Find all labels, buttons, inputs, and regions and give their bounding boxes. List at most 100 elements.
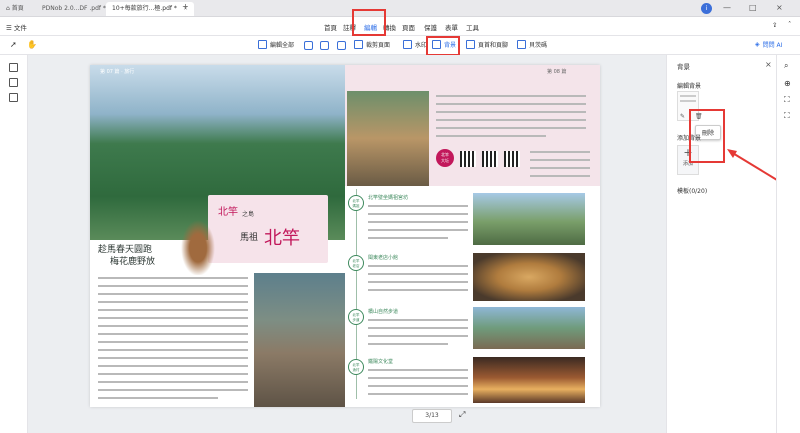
- page-header-right: 第 08 篇: [547, 69, 567, 75]
- right-toolbar: ⌕ ⊕ ⛶ ⛶: [776, 55, 800, 433]
- close-window-button[interactable]: ×: [776, 3, 783, 12]
- item-title: 鐵陽文化堂: [368, 359, 394, 365]
- crop-page-button[interactable]: 裁剪頁面: [354, 40, 390, 49]
- toolbar: ➚ ✋ 編輯全部 裁剪頁面 水印 背景 頁首和頁腳 貝茨碼 ◈ 問問 AI: [0, 36, 800, 55]
- text-line: [98, 349, 248, 351]
- text-line: [368, 393, 468, 395]
- headline-line-2: 梅花鹿野放: [110, 257, 156, 267]
- watermark-button[interactable]: 水印: [403, 40, 427, 49]
- text-line: [98, 373, 248, 375]
- menu-form[interactable]: 表單: [445, 22, 458, 32]
- bookmark-icon[interactable]: [9, 78, 18, 87]
- chevron-up-icon[interactable]: ˄: [788, 20, 791, 28]
- thumb-line: [680, 95, 696, 97]
- thumb-line: [680, 100, 696, 102]
- text-line: [98, 341, 248, 343]
- pdf-page[interactable]: 第 07 篇 · 旅行 北竿 之島 馬祖 北竿 趁馬春天圓跑 梅花鹿野放 第 0…: [90, 65, 600, 407]
- menu-home[interactable]: 首頁: [324, 22, 337, 32]
- tab-document-2[interactable]: 10+每款旅行...極.pdf * ×: [106, 2, 194, 16]
- fullscreen-icon[interactable]: ⛶: [784, 111, 790, 121]
- text-line: [368, 327, 468, 329]
- header-footer-button[interactable]: 頁首和頁腳: [466, 40, 508, 49]
- section-small: 之島: [242, 211, 255, 218]
- thumbnails-icon[interactable]: [9, 63, 18, 72]
- watermark-icon: [403, 40, 412, 49]
- minimize-button[interactable]: —: [723, 3, 731, 12]
- image-tool-icon[interactable]: [320, 41, 329, 50]
- highlight-edit-menu: [352, 9, 386, 36]
- fit-page-icon[interactable]: ⤢: [459, 410, 465, 420]
- item-tag-badge: 北竿 漁村: [348, 359, 364, 375]
- text-line: [98, 397, 218, 399]
- text-line: [368, 369, 468, 371]
- avatar[interactable]: i: [701, 3, 712, 14]
- text-line: [368, 281, 468, 283]
- section-label: 北竿: [218, 207, 238, 218]
- document-canvas[interactable]: 第 07 篇 · 旅行 北竿 之島 馬祖 北竿 趁馬春天圓跑 梅花鹿野放 第 0…: [28, 55, 666, 433]
- share-icon[interactable]: ⇪: [772, 21, 777, 29]
- text-line: [368, 385, 468, 387]
- link-tool-icon[interactable]: [337, 41, 346, 50]
- tab-home[interactable]: ⌂ 首頁: [0, 2, 30, 16]
- item-title: 閩東老店小館: [368, 255, 399, 261]
- text-line: [436, 127, 586, 129]
- tab-label: 首頁: [11, 5, 24, 12]
- bates-icon: [517, 40, 526, 49]
- header-footer-icon: [466, 40, 475, 49]
- qr-code: [460, 151, 476, 167]
- bates-number-button[interactable]: 貝茨碼: [517, 40, 547, 49]
- text-line: [98, 325, 248, 327]
- edit-all-button[interactable]: 編輯全部: [258, 40, 294, 49]
- text-line: [530, 151, 590, 153]
- item-tag-badge: 北竿 媽祖: [348, 195, 364, 211]
- item-title: 北竿璧坐媽祖宮坊: [368, 195, 409, 201]
- tab-label: 10+每款旅行...極.pdf *: [112, 5, 177, 12]
- item-title: 橋山自然步道: [368, 309, 399, 315]
- text-line: [98, 365, 248, 367]
- qr-code: [504, 151, 520, 167]
- select-cursor-icon[interactable]: ➚: [10, 40, 17, 49]
- text-tool-icon[interactable]: [304, 41, 313, 50]
- close-panel-icon[interactable]: ×: [765, 60, 772, 69]
- search-icon[interactable]: ⌕: [784, 61, 788, 71]
- maximize-button[interactable]: □: [749, 3, 757, 12]
- panel-title: 背景: [677, 63, 690, 71]
- edit-icon: [258, 40, 267, 49]
- comment-icon[interactable]: [9, 93, 18, 102]
- menu-protect[interactable]: 保護: [424, 22, 437, 32]
- edit-pencil-icon[interactable]: ✎: [680, 113, 685, 120]
- text-line: [368, 343, 448, 345]
- item-tag-badge: 北竿 老店: [348, 255, 364, 271]
- menu-page[interactable]: 頁面: [402, 22, 415, 32]
- new-tab-button[interactable]: +: [182, 2, 189, 11]
- text-line: [98, 389, 248, 391]
- ai-icon: ◈: [755, 41, 760, 48]
- text-line: [436, 103, 586, 105]
- highlight-delete: [689, 109, 725, 163]
- text-line: [98, 293, 248, 295]
- text-line: [368, 377, 468, 379]
- crop-icon: [354, 40, 363, 49]
- text-line: [436, 135, 546, 137]
- stone-village-photo: [254, 273, 345, 407]
- scan-icon[interactable]: ⛶: [784, 95, 790, 105]
- text-line: [368, 221, 468, 223]
- menu-tools[interactable]: 工具: [466, 22, 479, 32]
- text-line: [368, 265, 468, 267]
- text-line: [98, 277, 248, 279]
- menu-bar: ☰ 文件 首頁 註釋 編輯 轉換 頁面 保護 表單 工具 ⇪ ˄: [0, 17, 800, 36]
- text-line: [368, 205, 468, 207]
- text-line: [98, 285, 248, 287]
- text-line: [368, 335, 468, 337]
- big-title: 北竿: [264, 228, 300, 249]
- zoom-in-icon[interactable]: ⊕: [784, 79, 791, 88]
- text-line: [98, 333, 248, 335]
- ask-ai-button[interactable]: ◈ 問問 AI: [755, 40, 782, 49]
- text-line: [98, 317, 248, 319]
- text-line: [368, 229, 468, 231]
- menu-file[interactable]: ☰ 文件: [6, 22, 27, 32]
- coast-path-photo: [473, 307, 585, 349]
- qr-code: [482, 151, 498, 167]
- hand-tool-icon[interactable]: ✋: [27, 40, 37, 49]
- page-indicator[interactable]: 3/13: [412, 409, 452, 423]
